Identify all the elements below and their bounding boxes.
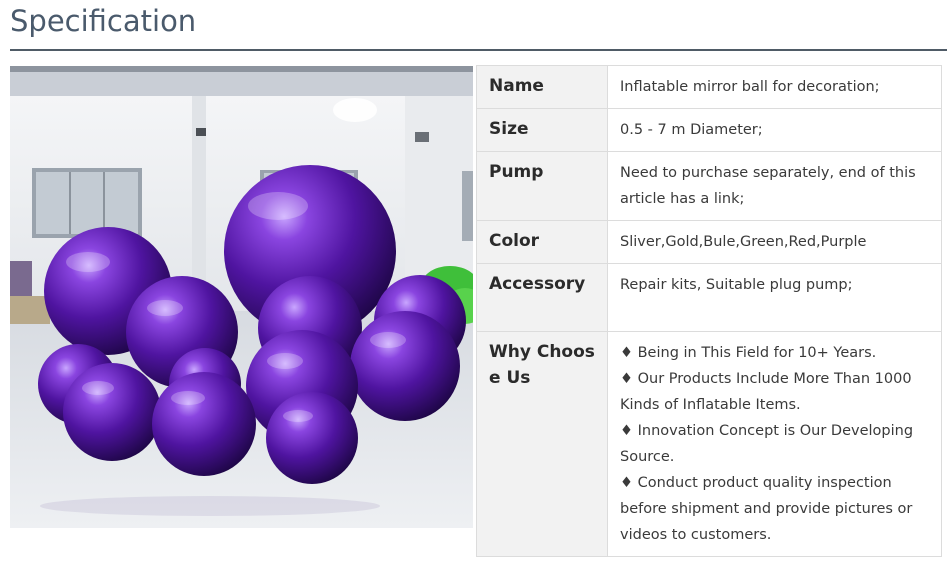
row-key: Size (476, 108, 608, 152)
row-value: Repair kits, Suitable plug pump; (607, 263, 942, 332)
mirror-ball (63, 363, 161, 461)
list-item: ♦ Our Products Include More Than 1000 Ki… (620, 371, 912, 413)
table-row: Name Inflatable mirror ball for decorati… (476, 65, 942, 109)
row-value: Need to purchase separately, end of this… (607, 151, 942, 221)
list-item: ♦ Conduct product quality inspection bef… (620, 475, 913, 543)
row-key: Color (476, 220, 608, 264)
list-item: ♦ Innovation Concept is Our Developing S… (620, 423, 914, 465)
mirror-ball (152, 372, 256, 476)
row-key: Pump (476, 151, 608, 221)
row-value: Inflatable mirror ball for decoration; (607, 65, 942, 109)
title-divider (10, 49, 947, 51)
row-value: Sliver,Gold,Bule,Green,Red,Purple (607, 220, 942, 264)
table-row: Accessory Repair kits, Suitable plug pum… (476, 263, 942, 332)
why-choose-us-list: ♦ Being in This Field for 10+ Years. ♦ O… (607, 331, 942, 557)
row-value: 0.5 - 7 m Diameter; (607, 108, 942, 152)
product-photo (10, 66, 473, 528)
row-key: Why Choose Us (476, 331, 608, 557)
mirror-ball (266, 392, 358, 484)
row-key: Accessory (476, 263, 608, 332)
table-row: Why Choose Us ♦ Being in This Field for … (476, 331, 942, 557)
mirror-balls-illustration (10, 66, 473, 528)
list-item: ♦ Being in This Field for 10+ Years. (620, 345, 877, 361)
specification-table: Name Inflatable mirror ball for decorati… (476, 65, 942, 557)
row-key: Name (476, 65, 608, 109)
table-row: Size 0.5 - 7 m Diameter; (476, 108, 942, 152)
table-row: Pump Need to purchase separately, end of… (476, 151, 942, 221)
section-title: Specification (10, 4, 197, 38)
mirror-ball (350, 311, 460, 421)
table-row: Color Sliver,Gold,Bule,Green,Red,Purple (476, 220, 942, 264)
